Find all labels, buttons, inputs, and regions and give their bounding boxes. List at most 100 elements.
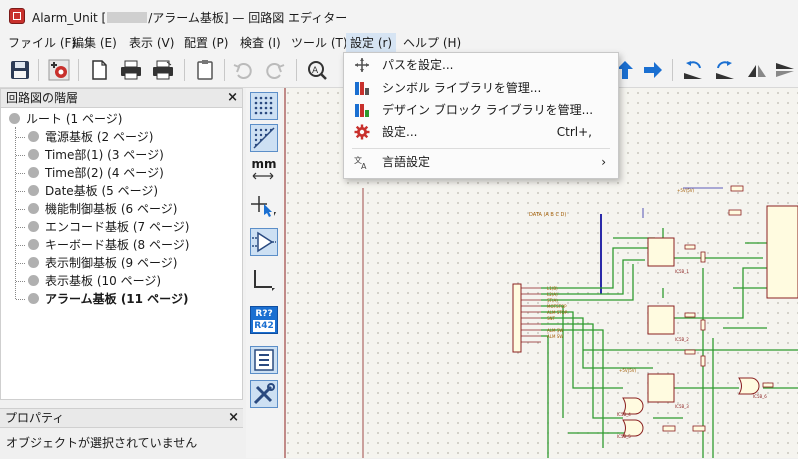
menu-inspect[interactable]: 検査 (I) — [236, 33, 285, 53]
undo-icon[interactable] — [230, 57, 256, 83]
sheet-node-icon — [9, 113, 20, 124]
svg-text:MOTSTOP: MOTSTOP — [547, 304, 567, 309]
power-label: +5V(5V) — [677, 188, 694, 193]
schematic-hierarchy-panel: 回路図の階層 × ルート (1 ページ) 電源基板 (2 ページ) Time部(1… — [0, 88, 243, 400]
tree-item-sheet[interactable]: 表示基板 (10 ページ) — [28, 272, 161, 290]
line-mode-icon[interactable] — [250, 266, 278, 294]
schematic-setup-icon[interactable] — [46, 57, 72, 83]
hierarchy-panel-close-button[interactable]: × — [227, 89, 238, 107]
hierarchy-panel-header: 回路図の階層 × — [1, 89, 242, 108]
grid-toggle-icon[interactable] — [250, 92, 278, 120]
tree-item-current-sheet[interactable]: アラーム基板 (11 ページ) — [28, 290, 188, 308]
svg-text:L2(A): L2(A) — [547, 292, 558, 297]
no-selection-message: オブジェクトが選択されていません — [6, 436, 198, 450]
sheet-node-icon — [28, 239, 39, 250]
svg-text:ALM SW: ALM SW — [547, 334, 563, 339]
svg-text:ALM STOP: ALM STOP — [547, 310, 568, 315]
menu-item-manage-symbol-libraries[interactable]: シンボル ライブラリを管理... — [344, 77, 618, 99]
sheet-node-icon — [28, 203, 39, 214]
plot-icon[interactable] — [150, 57, 176, 83]
find-icon[interactable]: A — [304, 57, 330, 83]
menu-separator — [352, 148, 610, 149]
properties-panel: プロパティ × オブジェクトが選択されていません — [0, 408, 243, 459]
component-ref: IC5B_4 — [617, 412, 631, 417]
tree-item-sheet[interactable]: Time部(2) (4 ページ) — [28, 164, 164, 182]
component-ref: IC5B_6 — [753, 394, 767, 399]
language-icon: 文A — [354, 154, 370, 171]
sheet-node-icon — [28, 293, 39, 304]
svg-text:SNT: SNT — [547, 316, 556, 321]
sheet-node-icon — [28, 275, 39, 286]
grid-overrides-icon[interactable] — [250, 124, 278, 152]
rotate-cw-icon[interactable] — [712, 57, 738, 83]
cursor-style-icon[interactable] — [250, 192, 278, 220]
net-label: DATA (A B C D) — [529, 212, 566, 218]
design-block-library-icon — [354, 102, 370, 118]
svg-text:A: A — [361, 162, 367, 170]
save-icon[interactable] — [7, 57, 33, 83]
paste-icon[interactable] — [192, 57, 218, 83]
units-toggle[interactable]: mm — [250, 156, 278, 184]
svg-text:ALM SW: ALM SW — [547, 328, 563, 333]
tree-item-sheet[interactable]: Time部(1) (3 ページ) — [28, 146, 164, 164]
tree-item-sheet[interactable]: キーボード基板 (8 ページ) — [28, 236, 189, 254]
annotate-label-top: R?? — [255, 309, 273, 319]
menu-edit[interactable]: 編集 (E) — [68, 33, 121, 53]
component-ref: IC5B_2 — [675, 337, 689, 342]
menu-place[interactable]: 配置 (P) — [180, 33, 232, 53]
annotate-icon[interactable]: R?? R42 — [250, 306, 278, 334]
path-settings-icon — [354, 57, 370, 73]
tree-item-root[interactable]: ルート (1 ページ) — [9, 110, 122, 128]
menu-help[interactable]: ヘルプ (H) — [399, 33, 465, 53]
tree-item-sheet[interactable]: 表示制御基板 (9 ページ) — [28, 254, 177, 272]
symbol-library-icon — [354, 80, 370, 96]
tree-item-sheet[interactable]: エンコード基板 (7 ページ) — [28, 218, 189, 236]
left-vertical-toolbar: mm R?? R42 — [246, 88, 282, 458]
mirror-vertical-icon[interactable] — [772, 57, 798, 83]
menu-settings[interactable]: 設定 (r) — [346, 33, 397, 53]
menu-view[interactable]: 表示 (V) — [125, 33, 178, 53]
component-ref: IC5B_3 — [675, 404, 689, 409]
svg-text:L1(B): L1(B) — [547, 286, 558, 291]
sheet-node-icon — [28, 131, 39, 142]
svg-text:A: A — [312, 66, 319, 76]
menu-bar: ファイル (F) 編集 (E) 表示 (V) 配置 (P) 検査 (I) ツール… — [0, 33, 798, 53]
svg-text:+5V(5V): +5V(5V) — [619, 368, 636, 373]
hierarchy-navigator-icon[interactable] — [250, 346, 278, 374]
sheet-node-icon — [28, 167, 39, 178]
tree-item-sheet[interactable]: 電源基板 (2 ページ) — [28, 128, 153, 146]
sheet-node-icon — [28, 221, 39, 232]
component-ref: IC5B_1 — [675, 269, 689, 274]
rotate-ccw-icon[interactable] — [680, 57, 706, 83]
kicad-app-icon — [9, 8, 25, 24]
menu-item-preferences[interactable]: 設定... Ctrl+, — [344, 121, 618, 143]
mirror-horizontal-icon[interactable] — [744, 57, 770, 83]
properties-panel-header: プロパティ × — [0, 409, 243, 428]
title-bar: Alarm_Unit [/アラーム基板] — 回路図 エディター — [0, 0, 798, 33]
sheet-node-icon — [28, 257, 39, 268]
navigate-forward-icon[interactable] — [640, 57, 666, 83]
menu-tools[interactable]: ツール (T) — [287, 33, 352, 53]
svg-text:ST(A): ST(A) — [547, 298, 558, 303]
print-icon[interactable] — [118, 57, 144, 83]
settings-menu-dropdown: パスを設定... シンボル ライブラリを管理... デザイン ブロック ライブラ… — [343, 52, 619, 179]
window-title: Alarm_Unit [/アラーム基板] — 回路図 エディター — [32, 11, 348, 25]
sheet-node-icon — [28, 185, 39, 196]
page-settings-icon[interactable] — [86, 57, 112, 83]
hidden-pins-icon[interactable] — [250, 228, 278, 256]
tree-item-sheet[interactable]: 機能制御基板 (6 ページ) — [28, 200, 177, 218]
gear-icon — [354, 124, 370, 140]
preferences-shortcut: Ctrl+, — [556, 125, 592, 139]
redo-icon[interactable] — [262, 57, 288, 83]
tree-item-sheet[interactable]: Date基板 (5 ページ) — [28, 182, 158, 200]
annotate-label-bottom: R42 — [253, 320, 275, 332]
submenu-arrow-icon: › — [601, 155, 606, 169]
sheet-node-icon — [28, 149, 39, 160]
component-ref: IC5B_5 — [617, 434, 631, 439]
menu-item-configure-paths[interactable]: パスを設定... — [344, 54, 618, 76]
menu-item-manage-design-block-libraries[interactable]: デザイン ブロック ライブラリを管理... — [344, 99, 618, 121]
properties-panel-close-button[interactable]: × — [228, 409, 239, 427]
menu-item-language[interactable]: 文A 言語設定 › — [344, 151, 618, 173]
units-label: mm — [251, 157, 277, 171]
properties-tools-icon[interactable] — [250, 380, 278, 408]
